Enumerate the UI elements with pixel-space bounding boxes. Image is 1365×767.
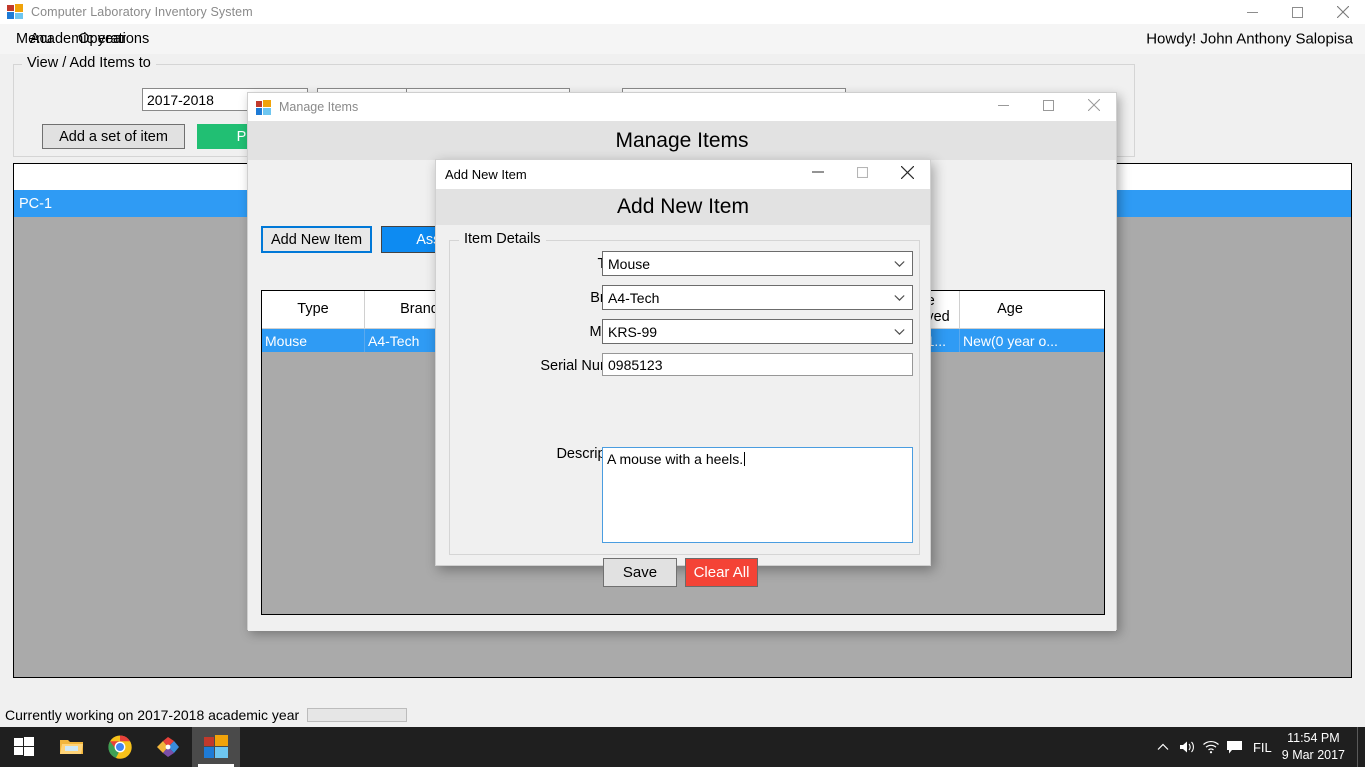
system-tray: FIL 11:54 PM 9 Mar 2017 [1151, 727, 1365, 767]
visual-studio-icon[interactable] [144, 727, 192, 767]
clock-date: 9 Mar 2017 [1282, 747, 1345, 764]
cell-age: New(0 year o... [960, 329, 1060, 352]
add-new-item-dialog: Add New Item Add New Item Item Detai [435, 159, 931, 566]
serial-number-input[interactable]: 0985123 [602, 353, 913, 376]
status-progressbar [307, 708, 407, 722]
brand-select[interactable]: A4-Tech [602, 285, 913, 310]
minimize-icon[interactable] [795, 160, 840, 184]
close-icon[interactable] [1071, 93, 1116, 117]
main-application-window: Computer Laboratory Inventory System Men… [0, 0, 1365, 727]
groupbox-legend: View / Add Items to [22, 55, 156, 71]
file-explorer-icon[interactable] [48, 727, 96, 767]
minimize-icon[interactable] [1230, 0, 1275, 24]
inventory-app-icon[interactable] [192, 727, 240, 767]
chevron-down-icon [894, 294, 905, 301]
language-indicator[interactable]: FIL [1253, 740, 1272, 755]
status-text: Currently working on 2017-2018 academic … [5, 707, 299, 723]
model-select[interactable]: KRS-99 [602, 319, 913, 344]
column-header-type[interactable]: Type [262, 291, 365, 328]
manage-add-new-item-button[interactable]: Add New Item [261, 226, 372, 253]
chevron-down-icon [894, 260, 905, 267]
start-icon[interactable] [0, 727, 48, 767]
model-value: KRS-99 [608, 324, 657, 340]
app-form-icon [256, 100, 271, 115]
add-new-item-caption-buttons [795, 160, 930, 184]
academic-year-label: Academic year [30, 31, 126, 47]
manage-items-titlebar[interactable]: Manage Items [248, 93, 1116, 121]
close-icon[interactable] [1320, 0, 1365, 24]
type-value: Mouse [608, 256, 650, 272]
show-desktop-button[interactable] [1357, 727, 1365, 767]
maximize-icon[interactable] [1026, 93, 1071, 117]
greeting-label: Howdy! John Anthony Salopisa [1146, 31, 1353, 48]
close-icon[interactable] [885, 160, 930, 184]
volume-icon[interactable] [1175, 727, 1199, 767]
action-center-icon[interactable] [1223, 727, 1247, 767]
manage-caption-buttons [981, 93, 1116, 117]
save-button[interactable]: Save [603, 558, 677, 587]
add-new-item-heading: Add New Item [436, 189, 930, 225]
main-window-title: Computer Laboratory Inventory System [31, 5, 253, 19]
maximize-icon[interactable] [1275, 0, 1320, 24]
main-statusbar: Currently working on 2017-2018 academic … [0, 703, 1365, 727]
wifi-icon[interactable] [1199, 727, 1223, 767]
type-select[interactable]: Mouse [602, 251, 913, 276]
description-value: A mouse with a heels. [607, 451, 743, 467]
windows-taskbar: FIL 11:54 PM 9 Mar 2017 [0, 727, 1365, 767]
clock[interactable]: 11:54 PM 9 Mar 2017 [1282, 730, 1345, 764]
brand-value: A4-Tech [608, 290, 659, 306]
main-window-titlebar[interactable]: Computer Laboratory Inventory System [0, 0, 1365, 24]
manage-items-heading: Manage Items [248, 121, 1116, 160]
maximize-icon[interactable] [840, 160, 885, 184]
chevron-down-icon [894, 328, 905, 335]
app-form-icon [7, 4, 23, 20]
add-new-item-body: Item Details Type: Mouse Brand: A4-Tech … [436, 225, 930, 565]
clear-all-button[interactable]: Clear All [685, 558, 758, 587]
minimize-icon[interactable] [981, 93, 1026, 117]
manage-items-title: Manage Items [279, 100, 358, 114]
main-menubar: Menu Operations Howdy! John Anthony Salo… [0, 24, 1365, 54]
show-hidden-icons-icon[interactable] [1151, 727, 1175, 767]
chrome-icon[interactable] [96, 727, 144, 767]
description-textarea[interactable]: A mouse with a heels. [602, 447, 913, 543]
item-details-legend: Item Details [459, 231, 546, 247]
cell-type: Mouse [262, 329, 365, 352]
add-new-item-titlebar[interactable]: Add New Item [436, 160, 930, 189]
text-caret [744, 452, 745, 466]
column-header-age[interactable]: Age [960, 291, 1060, 328]
clock-time: 11:54 PM [1282, 730, 1345, 747]
add-a-set-of-item-button[interactable]: Add a set of item [42, 124, 185, 149]
main-caption-buttons [1230, 0, 1365, 24]
add-new-item-title: Add New Item [445, 167, 527, 182]
manage-items-window: Manage Items Manage Items Add New Item A… [247, 92, 1117, 630]
